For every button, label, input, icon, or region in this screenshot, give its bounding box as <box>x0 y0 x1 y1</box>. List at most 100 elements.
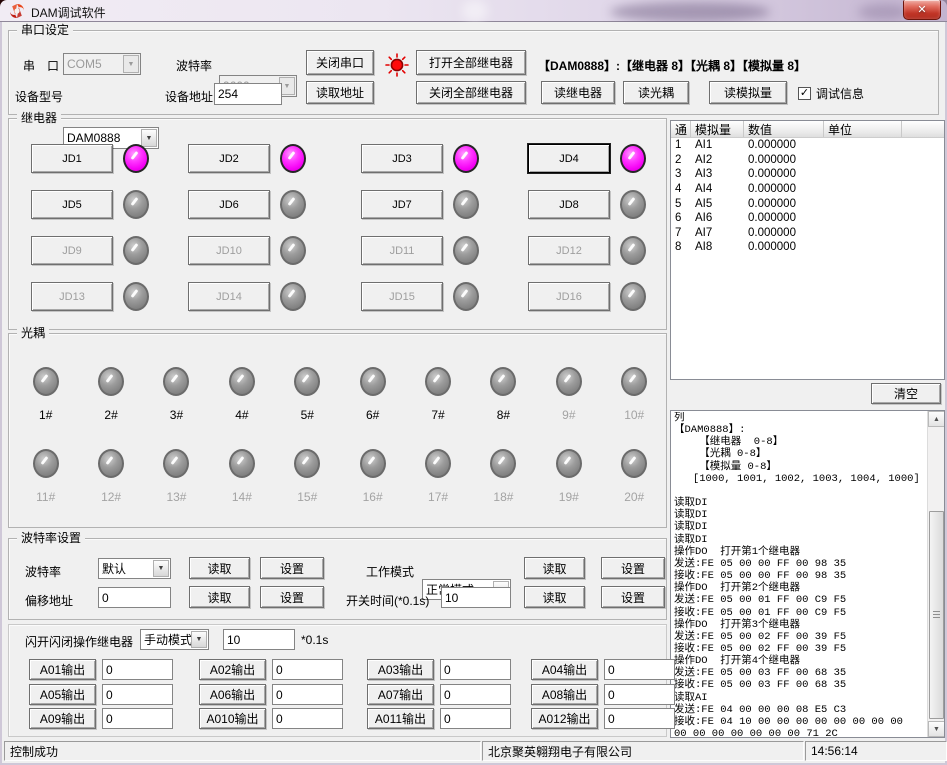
read-baud-button[interactable]: 读取 <box>189 557 250 579</box>
output-value-input[interactable] <box>604 708 675 729</box>
output-button[interactable]: A09输出 <box>29 708 96 729</box>
open-all-relays-button[interactable]: 打开全部继电器 <box>416 50 526 75</box>
input-switch-time[interactable] <box>441 587 511 608</box>
close-serial-button[interactable]: 关闭串口 <box>306 50 374 75</box>
table-row[interactable]: 3 AI3 0.000000 <box>671 167 944 182</box>
opto-cell: 6# <box>340 367 405 422</box>
scroll-up-button[interactable]: ▲ <box>928 411 945 427</box>
read-relay-button[interactable]: 读继电器 <box>541 81 615 104</box>
relay-button[interactable]: JD16 <box>528 282 610 311</box>
scroll-thumb[interactable] <box>929 511 944 719</box>
checkbox-box[interactable]: ✓ <box>798 87 811 100</box>
read-address-button[interactable]: 读取地址 <box>306 81 374 104</box>
relay-button[interactable]: JD1 <box>31 144 113 173</box>
output-value-input[interactable] <box>440 684 511 705</box>
output-value-input[interactable] <box>604 659 675 680</box>
combo-baud-setting[interactable]: 默认 ▼ <box>98 558 171 579</box>
relay-button[interactable]: JD9 <box>31 236 113 265</box>
output-button[interactable]: A08输出 <box>531 684 598 705</box>
relay-button[interactable]: JD13 <box>31 282 113 311</box>
output-button[interactable]: A01输出 <box>29 659 96 680</box>
input-flash-time[interactable] <box>223 629 295 650</box>
relay-button[interactable]: JD6 <box>188 190 270 219</box>
table-row[interactable]: 5 AI5 0.000000 <box>671 196 944 211</box>
table-row[interactable]: 6 AI6 0.000000 <box>671 211 944 226</box>
chevron-down-icon[interactable]: ▼ <box>123 55 139 73</box>
read-analog-button[interactable]: 读模拟量 <box>709 81 787 104</box>
chevron-down-icon[interactable]: ▼ <box>191 631 207 648</box>
combo-flash-mode[interactable]: 手动模式 ▼ <box>140 629 209 650</box>
relay-button[interactable]: JD3 <box>361 144 443 173</box>
output-value-input[interactable] <box>440 659 511 680</box>
table-row[interactable]: 7 AI7 0.000000 <box>671 226 944 241</box>
input-device-address[interactable] <box>214 83 282 105</box>
led-highlight <box>433 374 441 383</box>
output-button[interactable]: A010输出 <box>199 708 266 729</box>
scroll-down-button[interactable]: ▼ <box>928 721 945 737</box>
output-button[interactable]: A04输出 <box>531 659 598 680</box>
relay-button[interactable]: JD12 <box>528 236 610 265</box>
table-row[interactable]: 8 AI8 0.000000 <box>671 240 944 255</box>
output-button[interactable]: A06输出 <box>199 684 266 705</box>
read-work-mode-button[interactable]: 读取 <box>524 557 585 579</box>
output-button[interactable]: A07输出 <box>367 684 434 705</box>
output-button[interactable]: A012输出 <box>531 708 598 729</box>
table-header-cell[interactable]: 单位 <box>824 121 902 137</box>
group-relay-title: 继电器 <box>17 111 61 125</box>
app-window: DAM调试软件 ✕ 串口设定 串 口 COM5 ▼ 波特率 9600 ▼ 关闭串… <box>0 0 947 765</box>
output-button[interactable]: A02输出 <box>199 659 266 680</box>
relay-led <box>280 236 306 265</box>
read-opto-button[interactable]: 读光耦 <box>623 81 689 104</box>
close-button[interactable]: ✕ <box>903 0 941 20</box>
combo-port[interactable]: COM5 ▼ <box>63 53 141 75</box>
table-row[interactable]: 1 AI1 0.000000 <box>671 138 944 153</box>
clear-log-button[interactable]: 清空 <box>871 383 941 404</box>
output-value-input[interactable] <box>272 684 343 705</box>
output-value-input[interactable] <box>102 708 173 729</box>
read-switch-time-button[interactable]: 读取 <box>524 586 585 608</box>
set-baud-button[interactable]: 设置 <box>260 557 324 579</box>
table-header-cell[interactable]: 通 <box>671 121 691 137</box>
read-offset-button[interactable]: 读取 <box>189 586 250 608</box>
log-scrollbar[interactable]: ▲ ▼ <box>927 411 944 737</box>
opto-cell: 5# <box>275 367 340 422</box>
set-switch-time-button[interactable]: 设置 <box>601 586 665 608</box>
relay-button[interactable]: JD4 <box>528 144 610 173</box>
debug-info-checkbox[interactable]: ✓ 调试信息 <box>798 85 864 102</box>
set-offset-button[interactable]: 设置 <box>260 586 324 608</box>
output-button[interactable]: A011输出 <box>367 708 434 729</box>
relay-button[interactable]: JD5 <box>31 190 113 219</box>
output-button[interactable]: A05输出 <box>29 684 96 705</box>
output-value-input[interactable] <box>102 659 173 680</box>
opto-led <box>621 367 647 396</box>
table-header-cell[interactable] <box>902 121 944 137</box>
relay-button[interactable]: JD8 <box>528 190 610 219</box>
output-value-input[interactable] <box>440 708 511 729</box>
relay-button[interactable]: JD2 <box>188 144 270 173</box>
cell-channel: 7 <box>671 227 691 239</box>
cell-name: AI3 <box>691 168 744 180</box>
relay-button[interactable]: JD11 <box>361 236 443 265</box>
group-baud-title: 波特率设置 <box>17 531 85 545</box>
close-all-relays-button[interactable]: 关闭全部继电器 <box>416 81 526 104</box>
chevron-down-icon[interactable]: ▼ <box>153 560 169 577</box>
output-value-input[interactable] <box>272 659 343 680</box>
table-row[interactable]: 4 AI4 0.000000 <box>671 182 944 197</box>
relay-button[interactable]: JD10 <box>188 236 270 265</box>
output-button[interactable]: A03输出 <box>367 659 434 680</box>
serial-status-led <box>385 53 409 77</box>
relay-button[interactable]: JD14 <box>188 282 270 311</box>
relay-button[interactable]: JD15 <box>361 282 443 311</box>
table-header-cell[interactable]: 模拟量 <box>691 121 744 137</box>
output-value-input[interactable] <box>102 684 173 705</box>
table-row[interactable]: 2 AI2 0.000000 <box>671 153 944 168</box>
set-work-mode-button[interactable]: 设置 <box>601 557 665 579</box>
output-value-input[interactable] <box>272 708 343 729</box>
log-panel[interactable]: 列 【DAM0888】: 【继电器 0-8】 【光耦 0-8】 【模拟量 0-8… <box>670 410 945 738</box>
log-output[interactable]: 列 【DAM0888】: 【继电器 0-8】 【光耦 0-8】 【模拟量 0-8… <box>674 412 925 737</box>
output-value-input[interactable] <box>604 684 675 705</box>
table-header-cell[interactable]: 数值 <box>744 121 824 137</box>
cell-value: 0.000000 <box>744 241 824 253</box>
relay-button[interactable]: JD7 <box>361 190 443 219</box>
input-offset-address[interactable] <box>98 587 171 608</box>
